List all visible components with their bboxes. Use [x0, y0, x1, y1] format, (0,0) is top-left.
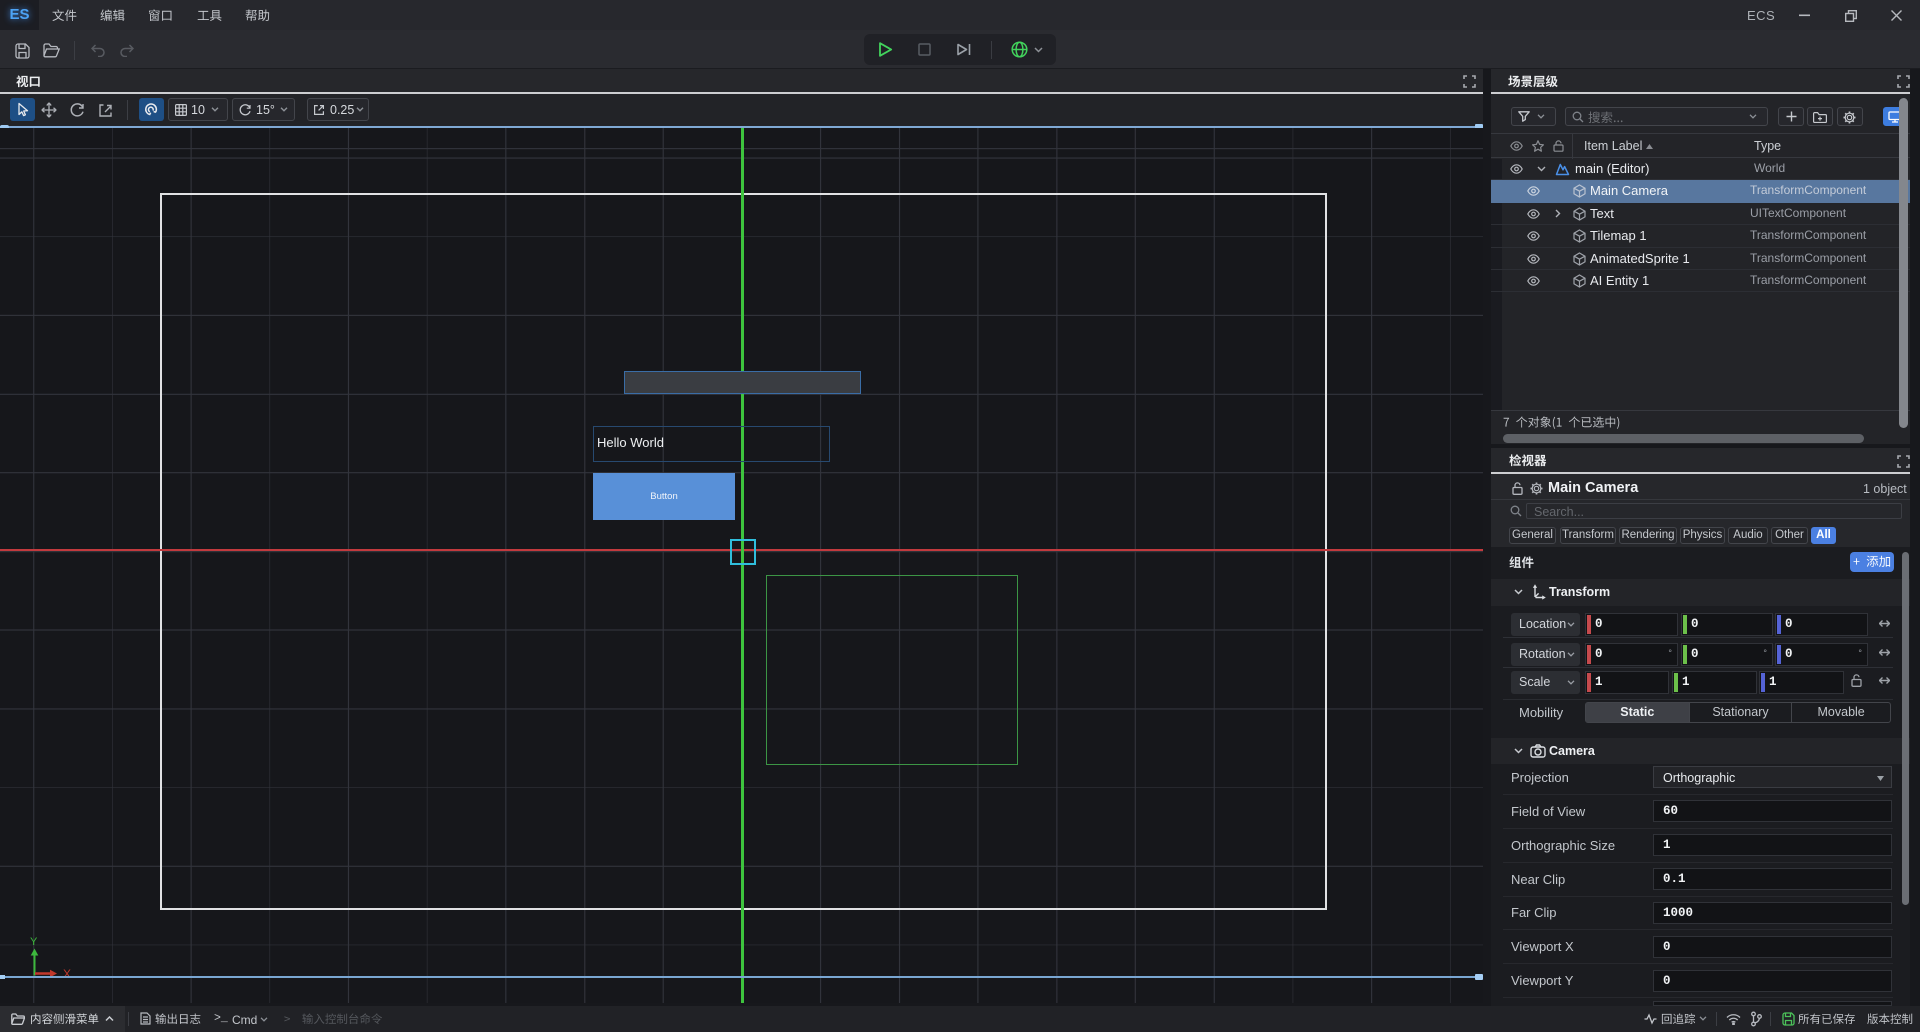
svg-text:Y: Y	[30, 936, 38, 948]
svg-text:X: X	[63, 967, 71, 981]
